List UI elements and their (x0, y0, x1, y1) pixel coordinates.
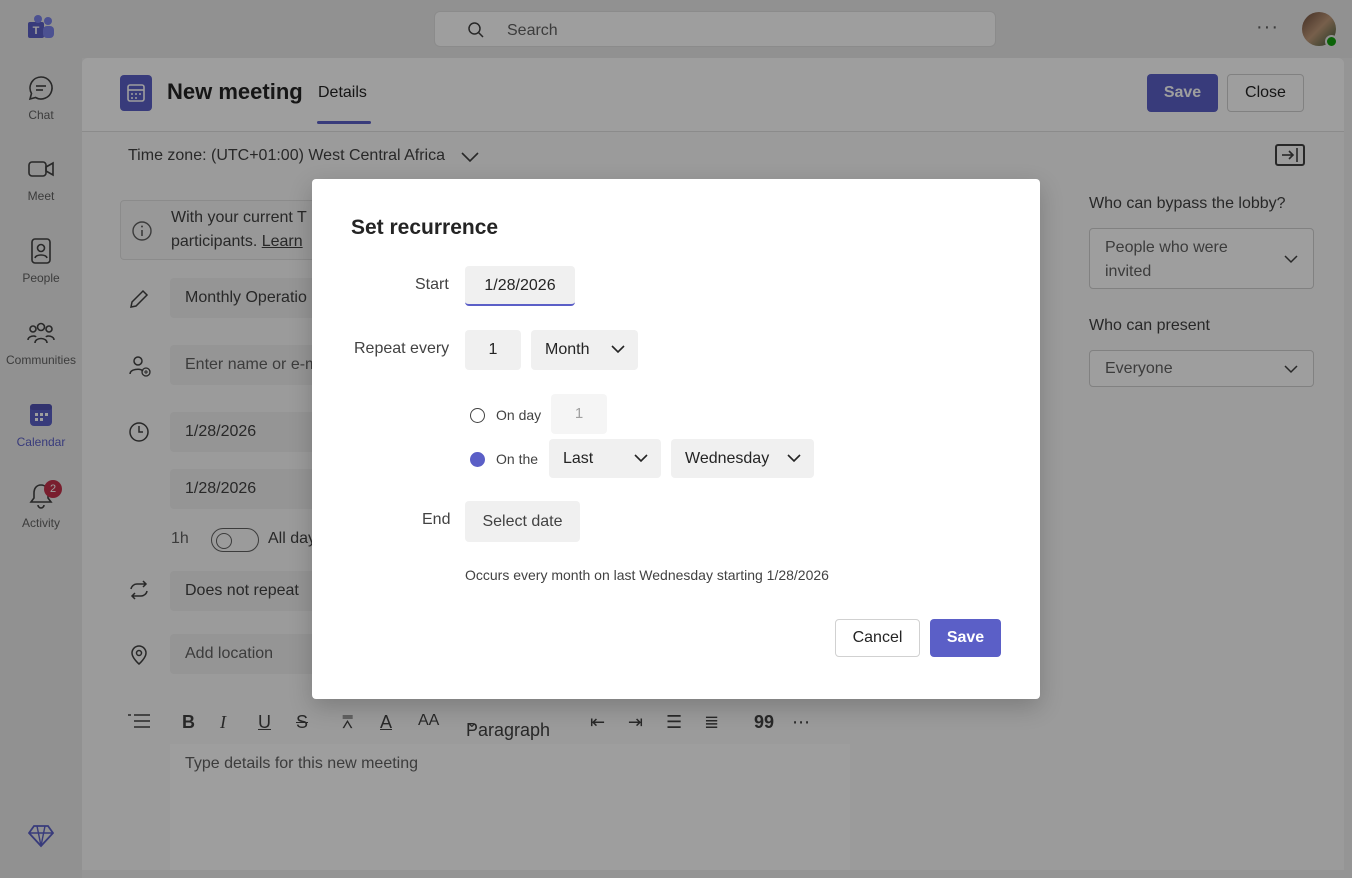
ordinal-select[interactable]: Last (549, 439, 661, 478)
weekday-value: Wednesday (685, 450, 770, 467)
repeat-unit-select[interactable]: Month (531, 330, 638, 370)
cancel-button[interactable]: Cancel (835, 619, 920, 657)
start-label: Start (415, 276, 449, 293)
on-day-label: On day (496, 407, 542, 423)
on-the-radio[interactable] (470, 452, 485, 467)
on-the-label: On the (496, 451, 539, 467)
start-date-picker[interactable]: 1/28/2026 (465, 266, 575, 306)
recurrence-dialog: Set recurrence Start 1/28/2026 Repeat ev… (312, 179, 1040, 699)
chevron-down-icon (787, 454, 801, 463)
weekday-select[interactable]: Wednesday (671, 439, 814, 478)
ordinal-value: Last (563, 450, 594, 467)
repeat-count-input[interactable]: 1 (465, 330, 521, 370)
repeat-every-label: Repeat every (354, 340, 450, 357)
chevron-down-icon (611, 345, 625, 354)
save-button[interactable]: Save (930, 619, 1001, 657)
dialog-title: Set recurrence (351, 216, 499, 239)
repeat-unit-value: Month (545, 341, 590, 358)
recurrence-summary: Occurs every month on last Wednesday sta… (465, 567, 829, 583)
end-date-picker[interactable]: Select date (465, 501, 580, 542)
day-of-month-input[interactable]: 1 (551, 394, 607, 434)
on-day-radio[interactable] (470, 408, 485, 423)
end-label: End (422, 511, 451, 528)
chevron-down-icon (634, 454, 648, 463)
